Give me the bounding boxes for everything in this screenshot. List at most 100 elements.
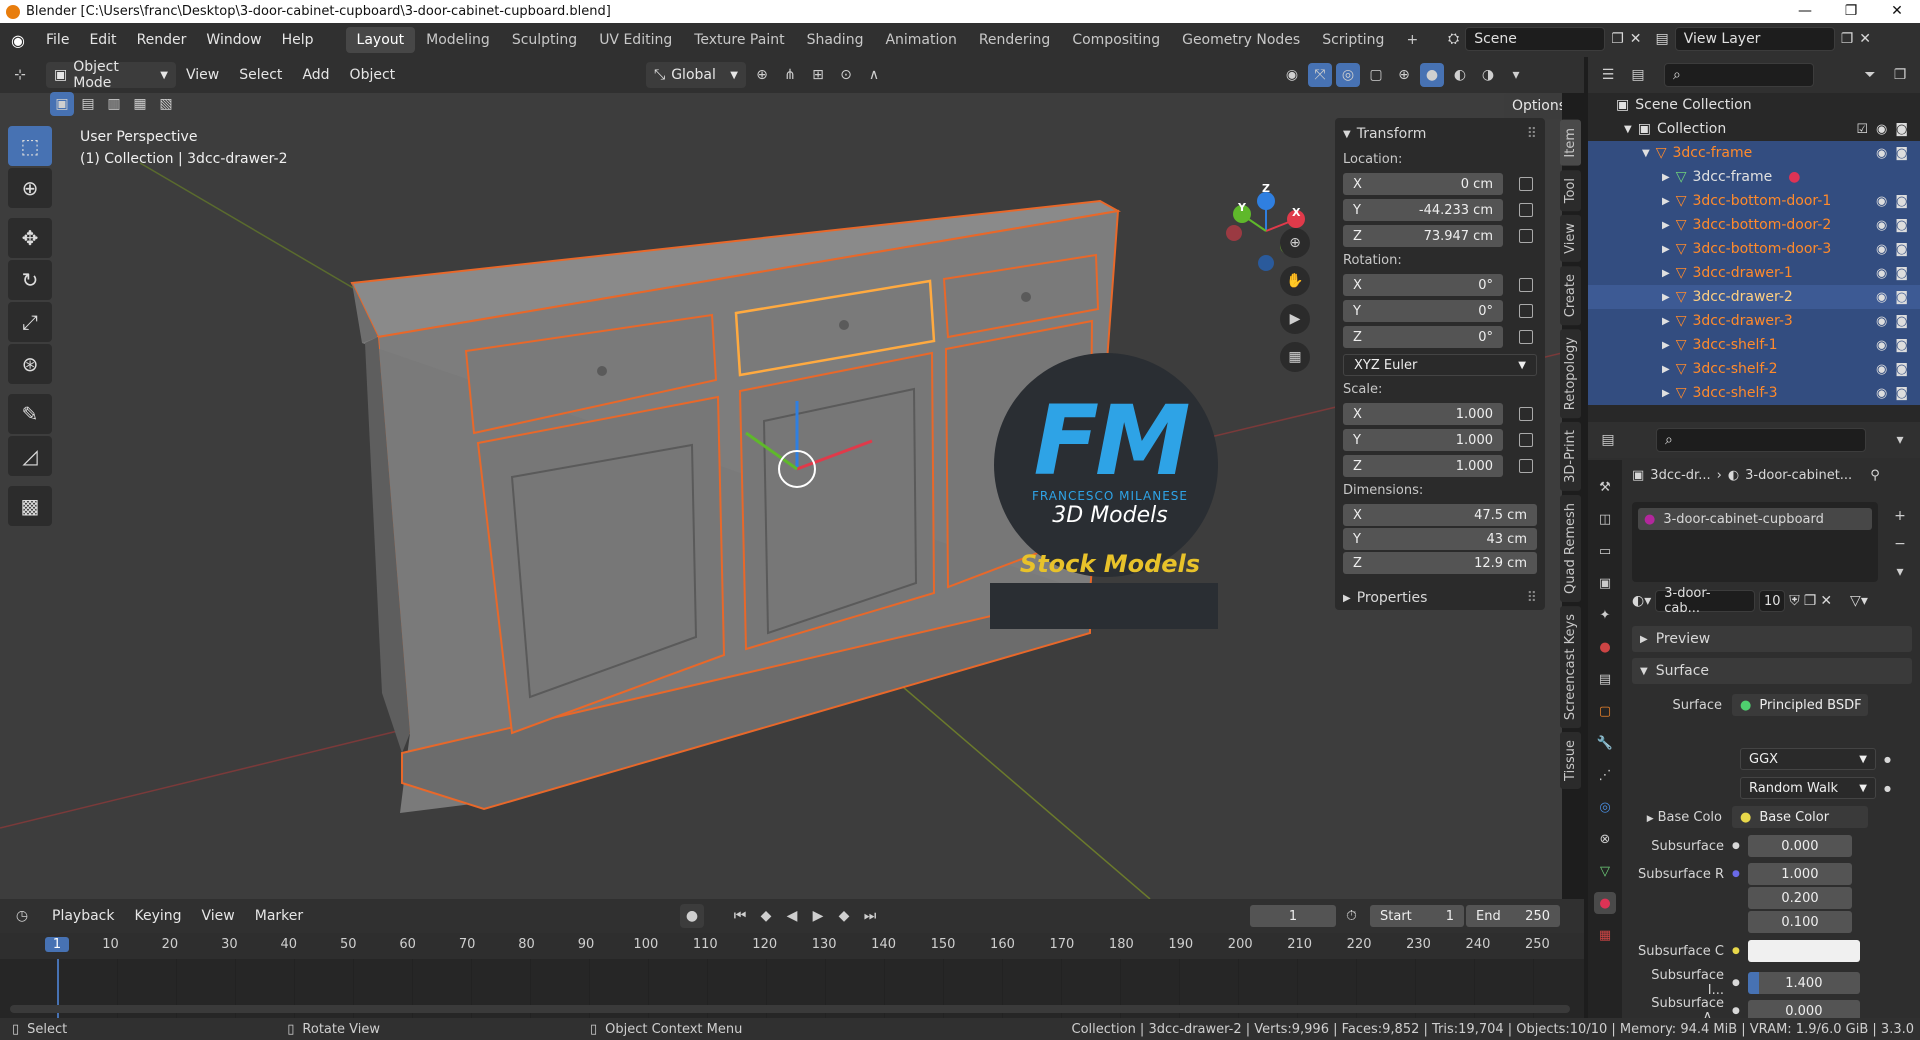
- proportional-edit-icon[interactable]: ⊙: [834, 63, 858, 87]
- fake-user-icon[interactable]: ⛨: [1789, 593, 1800, 609]
- nav-neg-x-circle[interactable]: [1226, 225, 1242, 241]
- visibility-icon[interactable]: ◉: [1280, 63, 1304, 87]
- timeline-editor-icon[interactable]: ◷: [10, 904, 34, 928]
- outliner-scene-collection[interactable]: ▣ Scene Collection: [1588, 93, 1920, 117]
- tab-uv-editing[interactable]: UV Editing: [588, 27, 683, 53]
- drag-handle-icon[interactable]: ⠿: [1527, 126, 1537, 142]
- rotation-x-field[interactable]: X 0°: [1343, 274, 1503, 296]
- properties-header[interactable]: ▶ Properties ⠿: [1335, 576, 1545, 610]
- pivot-icon[interactable]: ⊕: [750, 63, 774, 87]
- eye-icon[interactable]: ◉: [1876, 386, 1887, 401]
- output-tab-icon[interactable]: ▭: [1594, 540, 1616, 562]
- object-tab-icon[interactable]: ▢: [1594, 700, 1616, 722]
- snap-target-icon[interactable]: ⊞: [806, 63, 830, 87]
- tab-compositing[interactable]: Compositing: [1061, 27, 1171, 53]
- eye-icon[interactable]: ◉: [1876, 290, 1887, 305]
- move-tool-icon[interactable]: ✥: [8, 218, 52, 258]
- eye-icon[interactable]: ◉: [1876, 362, 1887, 377]
- nav-neg-z-circle[interactable]: [1258, 255, 1274, 271]
- play-reverse-icon[interactable]: ◀: [780, 904, 804, 928]
- tab-tissue[interactable]: Tissue: [1559, 732, 1581, 790]
- camera-icon[interactable]: ◙: [1895, 146, 1908, 161]
- outliner-item[interactable]: ▶ ▽ 3dcc-bottom-door-1 ◉ ◙: [1588, 189, 1920, 213]
- add-cube-tool-icon[interactable]: ▩: [8, 486, 52, 526]
- current-frame-field[interactable]: 1: [1250, 905, 1336, 927]
- tab-3d-print[interactable]: 3D-Print: [1559, 422, 1581, 492]
- transform-header[interactable]: ▼ Transform ⠿: [1335, 118, 1545, 148]
- tab-animation[interactable]: Animation: [874, 27, 967, 53]
- scale-x-field[interactable]: X 1.000: [1343, 403, 1503, 425]
- camera-icon[interactable]: ◙: [1895, 242, 1908, 257]
- eye-icon[interactable]: ◉: [1876, 122, 1887, 137]
- select-box-tool-icon[interactable]: ⬚: [8, 126, 52, 166]
- tab-sculpting[interactable]: Sculpting: [501, 27, 588, 53]
- render-tab-icon[interactable]: ◫: [1594, 508, 1616, 530]
- tab-geometry-nodes[interactable]: Geometry Nodes: [1171, 27, 1311, 53]
- eye-icon[interactable]: ◉: [1876, 218, 1887, 233]
- tab-create[interactable]: Create: [1559, 265, 1581, 325]
- display-mode-icon[interactable]: ▤: [1626, 63, 1650, 87]
- tab-tool[interactable]: Tool: [1559, 169, 1581, 211]
- camera-icon[interactable]: ◙: [1895, 386, 1908, 401]
- pin-icon[interactable]: ⚲: [1870, 468, 1880, 483]
- xray-icon[interactable]: ▢: [1364, 63, 1388, 87]
- blender-menu-icon[interactable]: ◉: [0, 31, 36, 50]
- dimension-z-field[interactable]: Z 12.9 cm: [1343, 552, 1537, 574]
- location-y-field[interactable]: Y -44.233 cm: [1343, 199, 1503, 221]
- camera-view-icon[interactable]: ▶: [1280, 304, 1310, 334]
- lock-icon[interactable]: [1519, 229, 1533, 243]
- end-frame-field[interactable]: End 250: [1466, 905, 1560, 927]
- subsurface-method-select[interactable]: Random Walk ▼: [1740, 777, 1876, 799]
- properties-search-input[interactable]: ⌕: [1656, 428, 1866, 452]
- 3d-viewport[interactable]: FM FRANCESCO MILANESE 3D Models Stock Mo…: [0, 93, 1562, 899]
- lock-icon[interactable]: [1519, 177, 1533, 191]
- measure-tool-icon[interactable]: ◿: [8, 436, 52, 476]
- eye-icon[interactable]: ◉: [1876, 194, 1887, 209]
- select-extend-icon[interactable]: ▤: [76, 92, 100, 116]
- tab-modeling[interactable]: Modeling: [415, 27, 501, 53]
- tab-layout[interactable]: Layout: [345, 27, 416, 53]
- mode-selector[interactable]: ▣ Object Mode ▼: [46, 59, 176, 91]
- menu-render[interactable]: Render: [127, 32, 197, 48]
- new-scene-icon[interactable]: ❐: [1611, 31, 1624, 47]
- tab-retopology[interactable]: Retopology: [1559, 328, 1581, 419]
- maximize-button[interactable]: ❐: [1828, 0, 1874, 23]
- new-collection-icon[interactable]: ❐: [1888, 63, 1912, 87]
- constraints-tab-icon[interactable]: ⊗: [1594, 828, 1616, 850]
- prev-keyframe-icon[interactable]: ◆: [754, 904, 778, 928]
- lock-icon[interactable]: [1519, 433, 1533, 447]
- duplicate-icon[interactable]: ❐: [1804, 593, 1817, 609]
- tab-texture-paint[interactable]: Texture Paint: [683, 27, 795, 53]
- camera-icon[interactable]: ◙: [1895, 314, 1908, 329]
- select-subtract-icon[interactable]: ▥: [102, 92, 126, 116]
- shading-options-icon[interactable]: ▾: [1504, 63, 1528, 87]
- tab-screencast-keys[interactable]: Screencast Keys: [1559, 605, 1581, 729]
- scene-tab-icon[interactable]: ✦: [1594, 604, 1616, 626]
- orientation-selector[interactable]: ⤡ Global ▼: [646, 62, 746, 88]
- outliner-item-active[interactable]: ▶ ▽ 3dcc-drawer-2 ◉ ◙: [1588, 285, 1920, 309]
- timeline-menu-marker[interactable]: Marker: [245, 908, 313, 924]
- dimension-x-field[interactable]: X 47.5 cm: [1343, 504, 1537, 526]
- view-layer-selector[interactable]: View Layer: [1674, 27, 1835, 51]
- camera-icon[interactable]: ◙: [1895, 290, 1908, 305]
- zoom-icon[interactable]: ⊕: [1280, 228, 1310, 258]
- scene-icon[interactable]: ⛭: [1448, 31, 1459, 47]
- tab-scripting[interactable]: Scripting: [1311, 27, 1395, 53]
- menu-file[interactable]: File: [36, 32, 79, 48]
- timeline-menu-playback[interactable]: Playback: [42, 908, 124, 924]
- transform-tool-icon[interactable]: ⊛: [8, 344, 52, 384]
- material-tab-icon[interactable]: ●: [1594, 892, 1616, 914]
- options-button[interactable]: Options▼: [1504, 93, 1562, 119]
- outliner-item[interactable]: ▶ ▽ 3dcc-shelf-2 ◉ ◙: [1588, 357, 1920, 381]
- lock-icon[interactable]: [1519, 304, 1533, 318]
- subsurface-radius-y-field[interactable]: 0.200: [1748, 887, 1852, 909]
- data-tab-icon[interactable]: ▽: [1594, 860, 1616, 882]
- outliner-item[interactable]: ▼ ▽ 3dcc-frame ◉ ◙: [1588, 141, 1920, 165]
- dimension-y-field[interactable]: Y 43 cm: [1343, 528, 1537, 550]
- filter-icon[interactable]: ⏷: [1858, 63, 1882, 87]
- outliner-item[interactable]: ▶ ▽ 3dcc-drawer-3 ◉ ◙: [1588, 309, 1920, 333]
- checkbox-icon[interactable]: ☑: [1856, 122, 1868, 137]
- surface-shader-field[interactable]: ● Principled BSDF: [1732, 694, 1868, 716]
- tab-shading[interactable]: Shading: [796, 27, 875, 53]
- lock-icon[interactable]: [1519, 203, 1533, 217]
